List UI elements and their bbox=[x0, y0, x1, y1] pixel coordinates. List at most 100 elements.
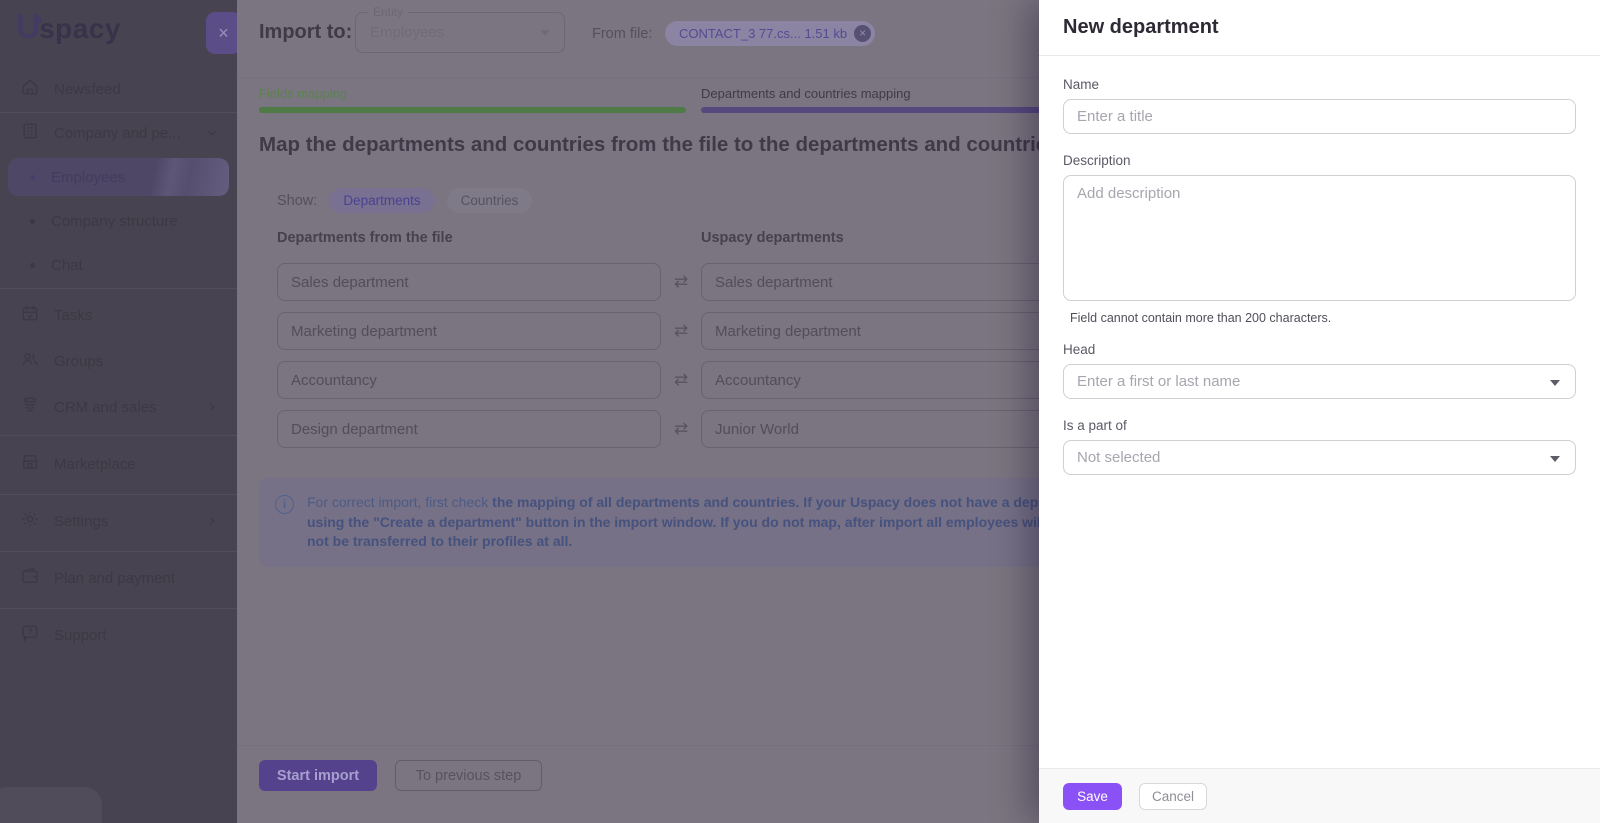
sidebar-item-label: Marketplace bbox=[54, 456, 219, 473]
sidebar-item-groups[interactable]: Groups bbox=[0, 343, 237, 379]
cancel-button[interactable]: Cancel bbox=[1139, 783, 1207, 810]
chevron-right-icon bbox=[205, 514, 219, 528]
page-title: Map the departments and countries from t… bbox=[259, 133, 1076, 157]
bullet-icon bbox=[30, 175, 35, 180]
remove-file-icon[interactable]: × bbox=[854, 25, 871, 42]
name-input[interactable] bbox=[1063, 99, 1576, 134]
mapping-from-field[interactable]: Sales department bbox=[277, 263, 661, 301]
sidebar-item-label: Groups bbox=[54, 353, 219, 370]
logo-u-glyph: U bbox=[16, 8, 41, 46]
sidebar-item-tasks[interactable]: Tasks bbox=[0, 297, 237, 333]
head-select[interactable] bbox=[1063, 364, 1576, 399]
sidebar-item-marketplace[interactable]: Marketplace bbox=[0, 446, 237, 482]
chevron-right-icon bbox=[205, 400, 219, 414]
is-a-part-of-value: Not selected bbox=[1077, 449, 1160, 466]
wallet-icon bbox=[20, 566, 40, 590]
sidebar-item-label: Settings bbox=[54, 513, 191, 530]
to-previous-step-button[interactable]: To previous step bbox=[395, 760, 542, 791]
bullet-icon bbox=[30, 263, 35, 268]
sidebar-item-settings[interactable]: Settings bbox=[0, 503, 237, 539]
sidebar-item-label: Newsfeed bbox=[54, 81, 219, 98]
swap-arrows-icon: ⇄ bbox=[661, 410, 701, 448]
sidebar-item-label: Chat bbox=[51, 257, 219, 274]
import-to-label: Import to: bbox=[259, 21, 352, 44]
sidebar-divider bbox=[0, 288, 237, 289]
drawer-footer: Save Cancel bbox=[1039, 768, 1600, 823]
file-chip[interactable]: CONTACT_3 77.cs... 1.51 kb × bbox=[665, 21, 875, 46]
uspacy-logo: Uspacy bbox=[16, 8, 121, 47]
import-info-box: i For correct import, first check the ma… bbox=[259, 478, 1117, 567]
show-label: Show: bbox=[277, 193, 317, 209]
sidebar-item-label: Tasks bbox=[54, 307, 219, 324]
drawer-header: New department bbox=[1039, 0, 1600, 56]
chevron-down-icon bbox=[205, 126, 219, 140]
step-progress-bar bbox=[259, 107, 686, 113]
mapping-to-field[interactable]: Marketing department bbox=[701, 312, 1085, 350]
is-a-part-of-label: Is a part of bbox=[1063, 418, 1576, 433]
step-fields-mapping: Fields mapping bbox=[259, 86, 686, 113]
info-icon: i bbox=[275, 495, 294, 514]
caret-down-icon bbox=[540, 30, 550, 36]
filter-chip-countries[interactable]: Countries bbox=[447, 188, 533, 213]
filter-chip-departments[interactable]: Departments bbox=[329, 188, 434, 213]
funnel-icon bbox=[20, 395, 40, 419]
sidebar-item-plan-and-payment[interactable]: Plan and payment bbox=[0, 560, 237, 596]
caret-down-icon bbox=[1550, 380, 1560, 386]
home-icon bbox=[20, 77, 40, 101]
departments-mapping-grid: Departments from the file Uspacy departm… bbox=[277, 230, 1085, 448]
step-label: Fields mapping bbox=[259, 86, 686, 101]
head-input[interactable] bbox=[1077, 373, 1523, 390]
sidebar-item-label: Company and pe... bbox=[54, 125, 191, 142]
sidebar-item-newsfeed[interactable]: Newsfeed bbox=[0, 72, 237, 106]
swap-arrows-icon: ⇄ bbox=[661, 312, 701, 350]
sidebar-item-company-structure[interactable]: Company structure bbox=[0, 206, 237, 236]
mapping-from-field[interactable]: Marketing department bbox=[277, 312, 661, 350]
is-a-part-of-select[interactable]: Not selected bbox=[1063, 440, 1576, 475]
info-text: For correct import, first check the mapp… bbox=[307, 493, 1045, 552]
description-label: Description bbox=[1063, 153, 1576, 168]
sidebar-divider bbox=[0, 608, 237, 609]
sidebar-divider bbox=[0, 494, 237, 495]
app-root: Uspacy × Newsfeed Company and pe... Empl… bbox=[0, 0, 1600, 823]
mapping-from-field[interactable]: Design department bbox=[277, 410, 661, 448]
name-label: Name bbox=[1063, 77, 1576, 92]
sidebar-item-chat[interactable]: Chat bbox=[0, 250, 237, 280]
mapping-to-field[interactable]: Junior World bbox=[701, 410, 1085, 448]
bullet-icon bbox=[30, 219, 35, 224]
sidebar-item-company-and-people[interactable]: Company and pe... bbox=[0, 116, 237, 150]
start-import-button[interactable]: Start import bbox=[259, 760, 377, 791]
help-bubble-icon: ? bbox=[20, 623, 40, 647]
sidebar-divider bbox=[0, 435, 237, 436]
description-textarea[interactable] bbox=[1063, 175, 1576, 301]
sidebar-divider bbox=[0, 551, 237, 552]
show-filter-row: Show: Departments Countries bbox=[277, 188, 532, 213]
head-label: Head bbox=[1063, 342, 1576, 357]
drawer-title: New department bbox=[1063, 16, 1576, 39]
calendar-icon bbox=[20, 303, 40, 327]
sidebar-item-employees[interactable]: Employees bbox=[8, 158, 229, 196]
file-chip-label: CONTACT_3 77.cs... 1.51 kb bbox=[679, 26, 847, 41]
mapping-to-field[interactable]: Accountancy bbox=[701, 361, 1085, 399]
mapping-from-field[interactable]: Accountancy bbox=[277, 361, 661, 399]
new-department-drawer: New department Name Description Field ca… bbox=[1039, 0, 1600, 823]
from-file-label: From file: bbox=[592, 26, 652, 42]
column-header-from-file: Departments from the file bbox=[277, 230, 661, 246]
mapping-to-field[interactable]: Sales department bbox=[701, 263, 1085, 301]
sidebar-nav: Newsfeed Company and pe... Employees Com… bbox=[0, 72, 237, 653]
import-steps: Fields mapping Departments and countries… bbox=[259, 86, 1128, 113]
save-button[interactable]: Save bbox=[1063, 783, 1122, 810]
gear-icon bbox=[20, 509, 40, 533]
entity-select[interactable]: Entity Employees bbox=[355, 12, 565, 53]
sidebar-item-crm-and-sales[interactable]: CRM and sales bbox=[0, 389, 237, 425]
storefront-icon bbox=[20, 452, 40, 476]
entity-select-label: Entity bbox=[368, 5, 408, 19]
sidebar-item-support[interactable]: ? Support bbox=[0, 617, 237, 653]
building-icon bbox=[20, 121, 40, 145]
sidebar-item-label: Employees bbox=[51, 169, 211, 186]
sidebar-divider bbox=[0, 112, 237, 113]
sidebar-close-button[interactable]: × bbox=[206, 12, 237, 54]
svg-text:?: ? bbox=[28, 628, 33, 637]
logo-text: spacy bbox=[39, 13, 121, 44]
swap-arrows-icon: ⇄ bbox=[661, 263, 701, 301]
caret-down-icon bbox=[1550, 456, 1560, 462]
